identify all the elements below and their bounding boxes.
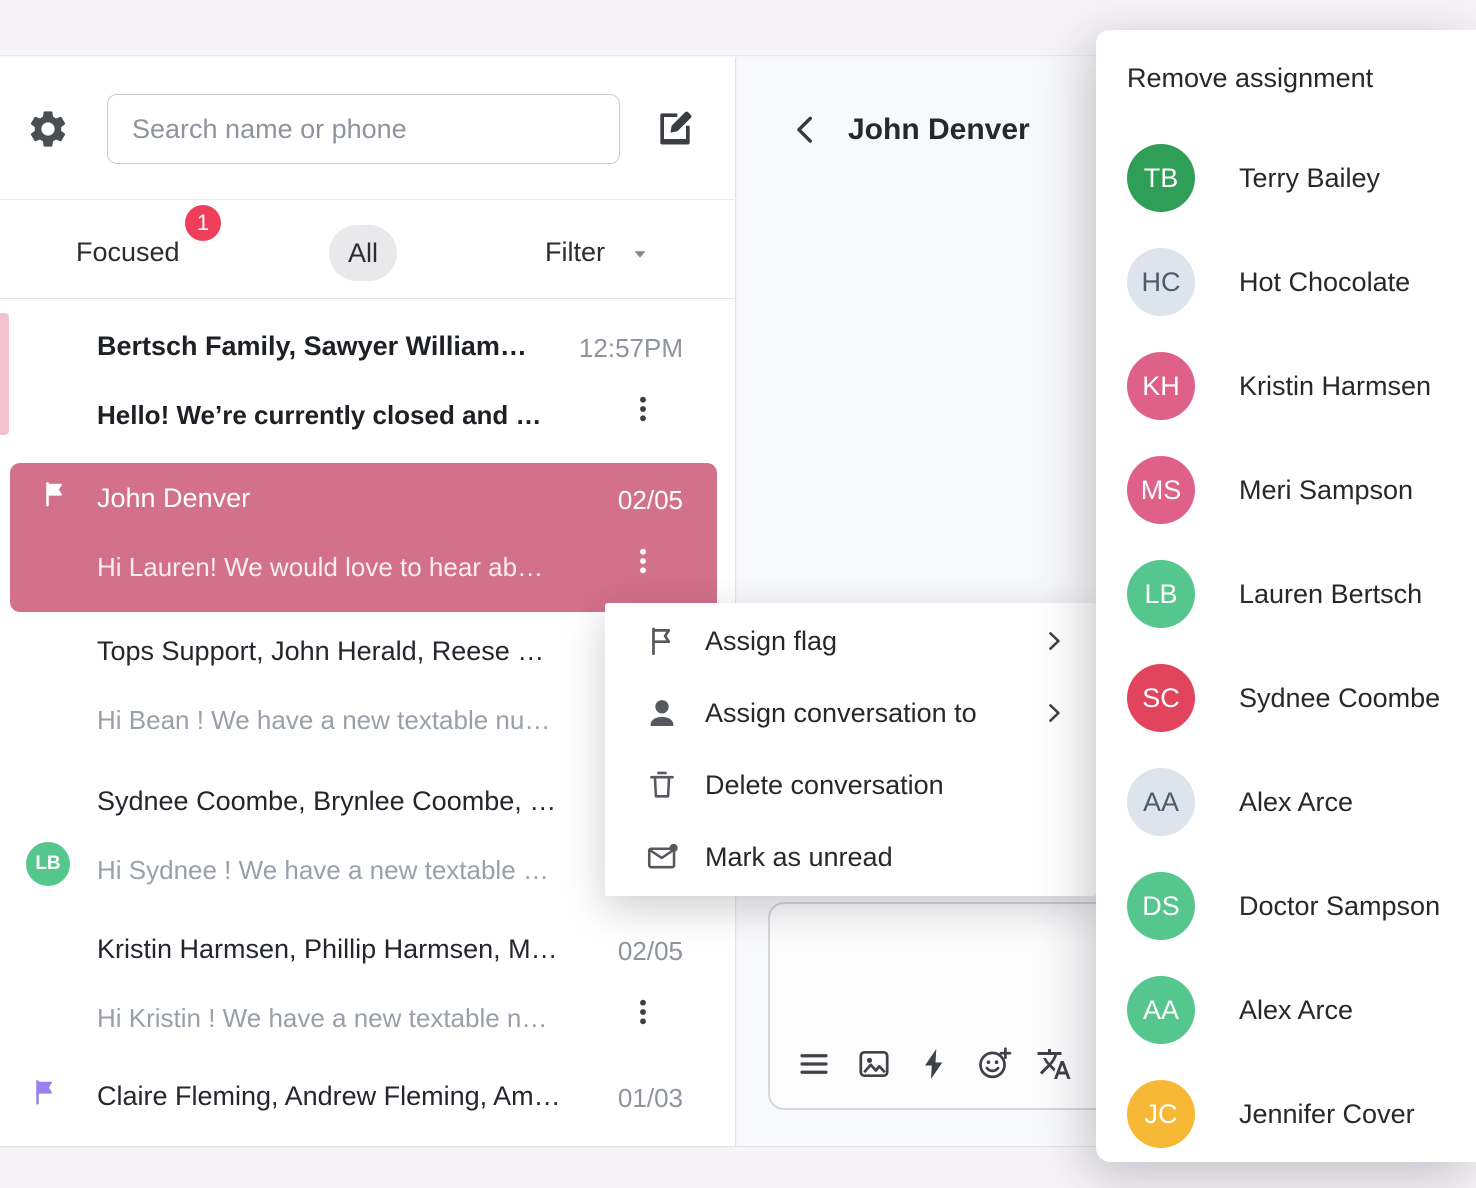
avatar: JC [1127,1080,1195,1148]
more-options-icon[interactable] [627,393,659,425]
more-options-icon[interactable] [627,545,659,577]
person-name: Hot Chocolate [1239,266,1411,297]
avatar: SC [1127,664,1195,732]
conversation-row[interactable]: Kristin Harmsen, Phillip Harmsen, Ma… 02… [0,914,736,1060]
flag-icon [40,479,70,509]
more-options-icon[interactable] [627,996,659,1028]
avatar: LB [1127,560,1195,628]
divider [0,298,736,299]
settings-gear-icon[interactable] [26,107,70,151]
search-input[interactable] [107,94,620,164]
avatar: MS [1127,456,1195,524]
compose-message-icon[interactable] [653,106,697,150]
assign-person-item[interactable]: DS Doctor Sampson [1096,854,1476,958]
person-name: Meri Sampson [1239,474,1414,505]
avatar: TB [1127,144,1195,212]
conversation-time: 12:57PM [578,333,683,363]
person-name: Doctor Sampson [1239,890,1441,921]
assign-person-item[interactable]: AA Alex Arce [1096,750,1476,854]
purple-flag-icon [30,1077,60,1107]
flag-icon [645,624,679,658]
chevron-right-icon [1040,627,1068,655]
assign-to-submenu: Remove assignment TB Terry Bailey HC Hot… [1096,30,1476,1162]
conversation-title: John Denver [97,483,251,513]
trash-icon [645,768,679,802]
tab-focused[interactable]: Focused [76,237,180,268]
person-name: Kristin Harmsen [1239,370,1432,401]
assign-person-item[interactable]: KH Kristin Harmsen [1096,334,1476,438]
conversation-time: 01/03 [617,1083,683,1113]
assign-person-item[interactable]: LB Lauren Bertsch [1096,542,1476,646]
focused-unread-badge: 1 [185,205,221,241]
menu-item-assign-conversation[interactable]: Assign conversation to [605,677,1096,749]
conversation-header-title: John Denver [848,113,1030,146]
menu-item-label: Assign flag [705,625,838,656]
avatar: AA [1127,768,1195,836]
conversation-preview: Hi Sydnee ! We have a new textable … [97,855,549,885]
conversation-title: Bertsch Family, Sawyer William… [97,331,527,361]
conversation-sidebar: Focused 1 All Filter Bertsch Family, Saw… [0,57,736,1146]
person-name: Alex Arce [1239,994,1354,1025]
conversation-preview: Hi Bean ! We have a new textable nu… [97,705,551,735]
assign-person-item[interactable]: TB Terry Bailey [1096,126,1476,230]
emoji-add-icon[interactable] [976,1046,1012,1082]
conversation-time: 02/05 [617,485,683,515]
menu-item-label: Delete conversation [705,769,944,800]
menu-item-label: Assign conversation to [705,697,977,728]
assign-person-item[interactable]: HC Hot Chocolate [1096,230,1476,334]
avatar: DS [1127,872,1195,940]
avatar: LB [26,842,70,886]
menu-item-mark-unread[interactable]: Mark as unread [605,821,1096,893]
remove-assignment-item[interactable]: Remove assignment [1096,30,1476,126]
person-name: Terry Bailey [1239,162,1381,193]
person-name: Lauren Bertsch [1239,578,1423,609]
person-icon [645,696,679,730]
quick-reply-lightning-icon[interactable] [916,1046,952,1082]
conversation-title: Tops Support, John Herald, Reese Wi… [97,636,567,666]
attach-image-icon[interactable] [856,1046,892,1082]
conversation-title: Kristin Harmsen, Phillip Harmsen, Ma… [97,934,567,964]
assign-person-item[interactable]: JC Jennifer Cover [1096,1062,1476,1162]
avatar: HC [1127,248,1195,316]
conversation-row[interactable]: Claire Fleming, Andrew Fleming, Ama… 01/… [0,1061,736,1146]
menu-item-assign-flag[interactable]: Assign flag [605,605,1096,677]
person-name: Sydnee Coombe [1239,682,1441,713]
conversation-preview: Hello! We’re currently closed and … [97,400,542,430]
unread-accent-bar [0,313,9,435]
conversation-row-selected[interactable]: John Denver 02/05 Hi Lauren! We would lo… [10,463,717,612]
menu-item-label: Mark as unread [705,841,893,872]
conversation-preview: Hi Lauren! We would love to hear ab… [97,552,544,582]
assign-person-item[interactable]: MS Meri Sampson [1096,438,1476,542]
divider [0,199,736,200]
conversation-preview: Hi Kristin ! We have a new textable n… [97,1003,548,1033]
avatar: KH [1127,352,1195,420]
translate-icon[interactable] [1036,1046,1072,1082]
chevron-right-icon [1040,699,1068,727]
filter-button[interactable]: Filter [545,237,605,268]
person-name: Alex Arce [1239,786,1354,817]
conversation-context-menu: Assign flag Assign conversation to Delet… [605,603,1096,896]
avatar: AA [1127,976,1195,1044]
chevron-down-icon [627,241,653,267]
templates-menu-icon[interactable] [796,1046,832,1082]
conversation-title: Claire Fleming, Andrew Fleming, Ama… [97,1081,567,1111]
conversation-row[interactable]: Bertsch Family, Sawyer William… 12:57PM … [0,311,736,461]
tab-all[interactable]: All [329,225,397,281]
assign-person-item[interactable]: AA Alex Arce [1096,958,1476,1062]
person-name: Jennifer Cover [1239,1098,1415,1129]
conversation-title: Sydnee Coombe, Brynlee Coombe, … [97,786,557,816]
mail-unread-icon [645,840,679,874]
conversation-time: 02/05 [617,936,683,966]
menu-item-delete-conversation[interactable]: Delete conversation [605,749,1096,821]
back-chevron-icon[interactable] [789,112,823,146]
app-window: Focused 1 All Filter Bertsch Family, Saw… [0,0,1476,1188]
assign-person-item[interactable]: SC Sydnee Coombe [1096,646,1476,750]
